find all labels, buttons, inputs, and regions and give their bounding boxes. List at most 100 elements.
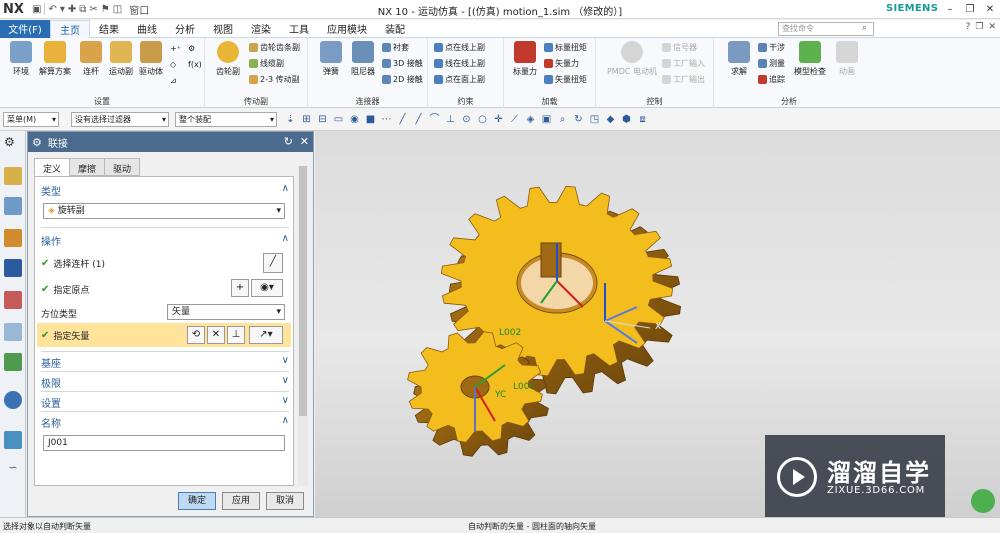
section-name[interactable]: 名称 ∧ — [41, 415, 289, 430]
joint-name-input[interactable]: J001 — [43, 435, 285, 451]
palette-icon[interactable] — [4, 353, 22, 371]
command-search-input[interactable]: 查找命令 — [778, 22, 874, 36]
tab-driver[interactable]: 驱动 — [104, 158, 141, 176]
redo-icon[interactable]: ▾ — [60, 4, 65, 15]
restore-icon[interactable]: ❐ — [975, 22, 983, 32]
menu-dropdown[interactable]: 菜单(M) — [3, 112, 59, 127]
contact-2d-button[interactable]: 2D 接触 — [382, 74, 423, 85]
dialog-scrollbar[interactable] — [298, 166, 308, 486]
tab-application[interactable]: 应用模块 — [318, 20, 376, 38]
plant-output-button[interactable]: 工厂输出 — [662, 74, 705, 85]
spring-button[interactable]: 弹簧 — [314, 41, 348, 77]
tab-results[interactable]: 结果 — [90, 20, 128, 38]
environment-button[interactable]: 环境 — [4, 41, 38, 77]
ok-button[interactable]: 确定 — [178, 492, 216, 510]
cut-icon[interactable]: ✂ — [89, 4, 97, 15]
tab-analysis[interactable]: 分析 — [166, 20, 204, 38]
contact-3d-button[interactable]: 3D 接触 — [382, 58, 423, 69]
window-menu[interactable]: 窗口 — [129, 2, 149, 17]
tab-render[interactable]: 渲染 — [242, 20, 280, 38]
intersection-icon[interactable]: ⊥ — [445, 114, 456, 125]
solid-body-icon[interactable]: ■ — [365, 114, 376, 125]
vector-method-dropdown[interactable]: ↗▾ — [249, 326, 283, 344]
curve-snap-icon[interactable]: ╱ — [413, 114, 424, 125]
solution-button[interactable]: 解算方案 — [38, 41, 72, 77]
section-operation[interactable]: 操作 ∧ — [41, 233, 289, 248]
joint-button[interactable]: 运动副 — [104, 41, 138, 77]
tab-definition[interactable]: 定义 — [34, 158, 71, 176]
section-type[interactable]: 类型 ∧ — [41, 183, 289, 198]
coupler-button[interactable]: 2-3 传动副 — [249, 74, 300, 85]
search-icon[interactable]: ⌕ — [862, 23, 867, 33]
view-cube-icon[interactable]: ⬢ — [621, 114, 632, 125]
orientation-type-select[interactable]: 矢量 — [167, 304, 285, 320]
tab-tools[interactable]: 工具 — [280, 20, 318, 38]
restore-icon[interactable]: ❐ — [960, 0, 980, 18]
vector-torque-button[interactable]: 矢量扭矩 — [544, 74, 587, 85]
function-icon[interactable]: f(x) — [188, 60, 202, 69]
vector-dialog-button[interactable]: ✕ — [207, 326, 225, 344]
orient-icon[interactable]: ◳ — [589, 114, 600, 125]
ruler-icon[interactable]: ◇ — [170, 60, 176, 69]
zoom-icon[interactable]: ⌕ — [557, 114, 568, 125]
roles-icon[interactable] — [4, 431, 22, 449]
reset-icon[interactable]: ↻ — [284, 135, 293, 148]
close-icon[interactable]: ✕ — [988, 22, 996, 32]
model-check-button[interactable]: 模型检查 — [792, 41, 828, 77]
signal-chart-button[interactable]: 信号器 — [662, 42, 697, 53]
save-icon[interactable]: ▣ — [32, 4, 41, 15]
snap-grid-icon[interactable]: ⋯ — [381, 114, 392, 125]
paste-icon[interactable]: ✚ — [68, 4, 76, 15]
history-icon[interactable] — [4, 323, 22, 341]
constraint-navigator-icon[interactable] — [4, 229, 22, 247]
close-icon[interactable]: ✕ — [980, 0, 1000, 18]
point-on-surface-button[interactable]: 点在面上副 — [434, 74, 485, 85]
graph-icon[interactable]: ⊿ — [170, 76, 177, 85]
cancel-button[interactable]: 取消 — [266, 492, 304, 510]
driver-button[interactable]: 驱动体 — [134, 41, 168, 77]
damper-button[interactable]: 阻尼器 — [346, 41, 380, 77]
curve-on-curve-button[interactable]: 线在线上副 — [434, 58, 485, 69]
help-icon[interactable]: ? — [966, 22, 971, 32]
tab-curve[interactable]: 曲线 — [128, 20, 166, 38]
point-on-curve-button[interactable]: 点在线上副 — [434, 42, 485, 53]
tangent-icon[interactable]: ⟋ — [509, 114, 520, 125]
apply-button[interactable]: 应用 — [222, 492, 260, 510]
origin-method-dropdown[interactable]: ◉▾ — [251, 279, 283, 297]
reuse-library-icon[interactable] — [4, 291, 22, 309]
repeat-command-icon[interactable]: ⚑ — [101, 4, 110, 15]
section-base[interactable]: 基座 ∨ — [41, 355, 289, 370]
point-on-curve-icon[interactable]: ✛ — [493, 114, 504, 125]
rack-pinion-button[interactable]: 齿轮齿条副 — [249, 42, 300, 53]
window-icon[interactable]: ◫ — [113, 4, 122, 15]
select-link-row[interactable]: ✔ 选择连杆 (1) — [41, 257, 289, 270]
tab-assembly[interactable]: 装配 — [376, 20, 414, 38]
line-snap-icon[interactable]: ╱ — [397, 114, 408, 125]
trace-button[interactable]: 追踪 — [758, 74, 785, 85]
plant-input-button[interactable]: 工厂输入 — [662, 58, 705, 69]
arc-snap-icon[interactable]: ⌒ — [429, 114, 440, 125]
web-browser-icon[interactable] — [4, 391, 22, 409]
sensor-icon[interactable]: ⚙ — [188, 44, 195, 53]
rotate-icon[interactable]: ↻ — [573, 114, 584, 125]
assembly-navigator-icon[interactable] — [4, 197, 22, 215]
deselect-icon[interactable]: ⊟ — [317, 114, 328, 125]
close-icon[interactable]: ✕ — [300, 135, 309, 148]
section-limits[interactable]: 极限 ∨ — [41, 375, 289, 390]
section-settings[interactable]: 设置 ∨ — [41, 395, 289, 410]
scalar-torque-button[interactable]: 标量扭矩 — [544, 42, 587, 53]
tab-home[interactable]: 主页 — [50, 19, 90, 38]
file-menu[interactable]: 文件(F) — [0, 19, 50, 38]
view-fit-icon[interactable]: ▣ — [541, 114, 552, 125]
face-icon[interactable]: ◈ — [525, 114, 536, 125]
copy-icon[interactable]: ⧉ — [79, 4, 86, 15]
joint-type-select[interactable]: ◈ 旋转副 — [43, 203, 285, 219]
select-link-button[interactable]: ╱ — [263, 253, 283, 273]
link-button[interactable]: 连杆 — [74, 41, 108, 77]
inferred-vector-button[interactable]: ⊥ — [227, 326, 245, 344]
render-style-icon[interactable]: ◆ — [605, 114, 616, 125]
system-icon[interactable]: ∽ — [4, 461, 22, 479]
cable-joint-button[interactable]: 线缆副 — [249, 58, 284, 69]
minimize-icon[interactable]: – — [940, 0, 960, 18]
pmdc-motor-button[interactable]: PMDC 电动机 — [604, 41, 660, 77]
